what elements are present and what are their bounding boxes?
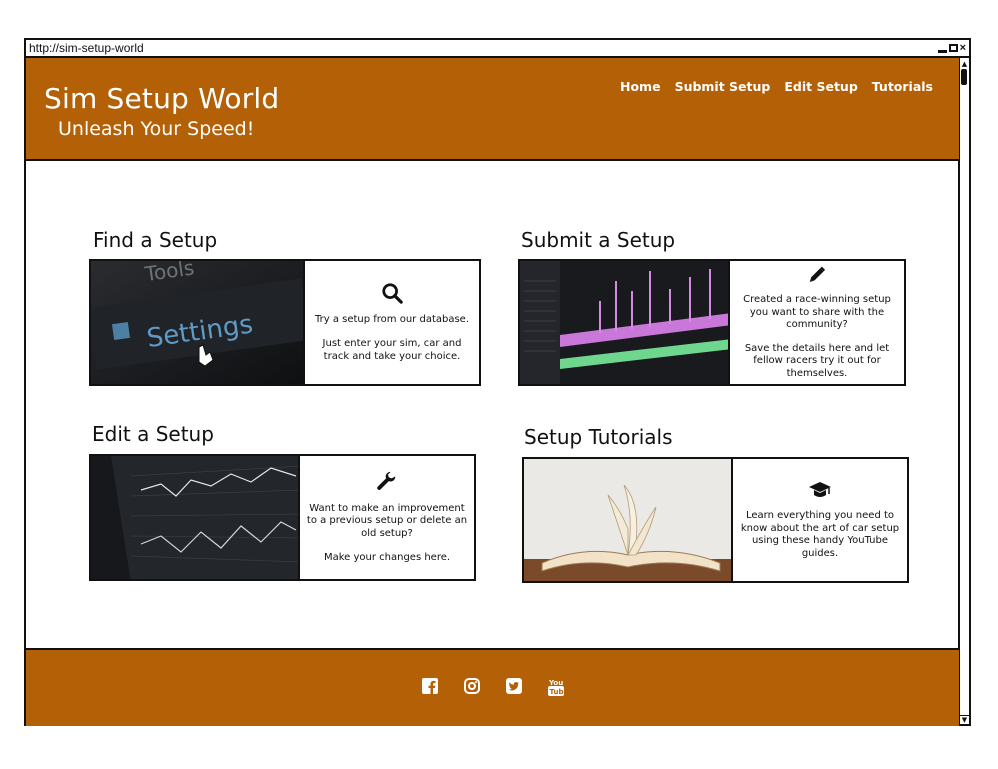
find-setup-text: Try a setup from our database. Just ente… <box>305 259 481 386</box>
social-links: YouTube <box>422 678 569 696</box>
twitter-icon[interactable] <box>506 678 522 694</box>
submit-setup-heading: Submit a Setup <box>521 228 676 252</box>
setup-tutorials-card[interactable]: Learn everything you need to know about … <box>522 457 909 583</box>
minimize-icon[interactable] <box>937 50 947 53</box>
edit-setup-text: Want to make an improvement to a previou… <box>300 454 476 581</box>
main-nav: Home Submit Setup Edit Setup Tutorials <box>620 79 933 94</box>
find-setup-heading: Find a Setup <box>93 228 218 252</box>
url-text[interactable]: http://sim-setup-world <box>29 41 144 55</box>
youtube-icon[interactable]: YouTube <box>548 678 569 696</box>
close-icon[interactable]: × <box>960 41 966 55</box>
window-controls: × <box>937 40 966 56</box>
pencil-icon <box>809 266 826 282</box>
scrollbar[interactable]: ▲ ▼ <box>958 58 969 724</box>
settings-image: Tools Settings <box>89 259 305 386</box>
open-book-photo <box>524 459 731 581</box>
nav-submit-setup[interactable]: Submit Setup <box>675 79 771 94</box>
scroll-thumb[interactable] <box>961 69 967 85</box>
editing-image <box>518 259 730 386</box>
edit-setup-heading: Edit a Setup <box>92 422 214 446</box>
search-icon <box>382 283 403 304</box>
browser-window: http://sim-setup-world × ▲ ▼ Sim Setup W… <box>24 38 971 726</box>
svg-text:You: You <box>548 679 563 687</box>
maximize-icon[interactable] <box>948 44 958 52</box>
video-editor-photo <box>520 261 728 384</box>
edit-setup-card[interactable]: Want to make an improvement to a previou… <box>89 454 476 581</box>
stock-screen-photo <box>91 456 298 579</box>
site-tagline: Unleash Your Speed! <box>58 118 255 140</box>
instagram-icon[interactable] <box>464 678 480 694</box>
wrench-icon <box>377 471 396 490</box>
nav-home[interactable]: Home <box>620 79 661 94</box>
edit-setup-line-2: Make your changes here. <box>323 552 451 563</box>
nav-tutorials[interactable]: Tutorials <box>872 79 933 94</box>
svg-text:Tube: Tube <box>550 688 565 696</box>
settings-photo: Tools Settings <box>91 261 303 384</box>
submit-setup-line-2: Save the details here and let fellow rac… <box>744 342 890 379</box>
site-header: Sim Setup World Unleash Your Speed! Home… <box>26 58 959 161</box>
submit-setup-card[interactable]: Created a race-winning setup you want to… <box>518 259 906 386</box>
nav-edit-setup[interactable]: Edit Setup <box>784 79 857 94</box>
facebook-icon[interactable] <box>422 678 438 694</box>
find-setup-line-2: Just enter your sim, car and track and t… <box>322 338 462 362</box>
scroll-up-icon[interactable]: ▲ <box>960 60 969 69</box>
graduation-cap-icon <box>809 482 831 497</box>
setup-tutorials-text: Learn everything you need to know about … <box>733 457 909 583</box>
find-setup-card[interactable]: Tools Settings Try a setup from our data… <box>89 259 481 386</box>
book-image <box>522 457 733 583</box>
find-setup-line-1: Try a setup from our database. <box>314 313 470 325</box>
submit-setup-line-1: Created a race-winning setup you want to… <box>743 294 891 331</box>
setup-tutorials-heading: Setup Tutorials <box>524 425 673 449</box>
stock-chart-image <box>89 454 300 581</box>
site-footer: YouTube <box>26 648 959 726</box>
setup-tutorials-line-1: Learn everything you need to know about … <box>740 510 900 559</box>
site-title[interactable]: Sim Setup World <box>44 82 279 115</box>
scroll-down-icon[interactable]: ▼ <box>960 715 969 724</box>
edit-setup-line-1: Want to make an improvement to a previou… <box>306 502 468 539</box>
submit-setup-text: Created a race-winning setup you want to… <box>730 259 906 386</box>
address-bar[interactable]: http://sim-setup-world × <box>26 40 969 58</box>
